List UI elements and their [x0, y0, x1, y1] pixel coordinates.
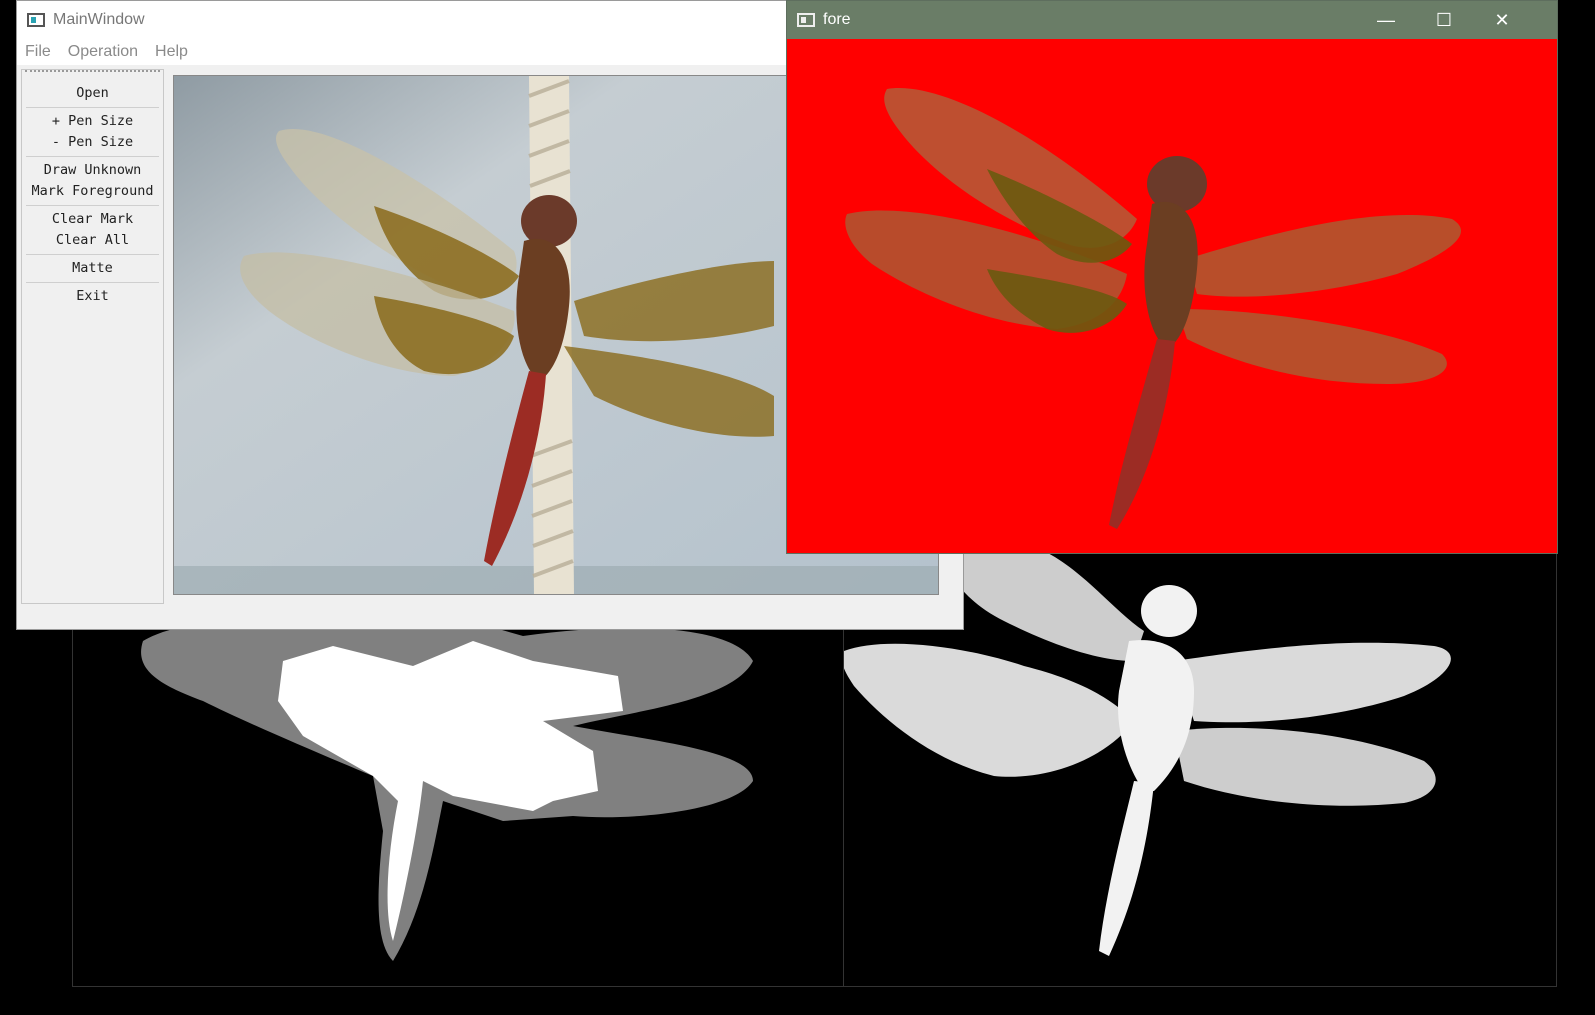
clear-all-button[interactable]: Clear All [22, 230, 163, 251]
foreground-result-canvas [787, 39, 1557, 553]
fore-window-title: fore [823, 11, 851, 28]
toolbox-separator [26, 282, 159, 283]
toolbox-separator [26, 205, 159, 206]
pen-size-decrease-button[interactable]: - Pen Size [22, 132, 163, 153]
exit-button[interactable]: Exit [22, 286, 163, 307]
trimap-window [72, 600, 844, 987]
matte-button[interactable]: Matte [22, 258, 163, 279]
close-icon[interactable]: ✕ [1473, 1, 1531, 39]
draw-unknown-button[interactable]: Draw Unknown [22, 160, 163, 181]
app-window-icon [27, 13, 45, 27]
toolbox-separator [26, 156, 159, 157]
toolbox-separator [26, 107, 159, 108]
pen-size-increase-button[interactable]: + Pen Size [22, 111, 163, 132]
toolbox-panel: Open + Pen Size - Pen Size Draw Unknown … [21, 69, 164, 604]
clear-mark-button[interactable]: Clear Mark [22, 209, 163, 230]
minimize-icon[interactable]: — [1357, 1, 1415, 39]
mark-foreground-button[interactable]: Mark Foreground [22, 181, 163, 202]
app-window-icon [797, 13, 815, 27]
fore-window: fore — ☐ ✕ [786, 0, 1558, 554]
foreground-composite-image [787, 39, 1557, 553]
status-bar [17, 606, 963, 629]
fore-window-titlebar[interactable]: fore — ☐ ✕ [787, 1, 1557, 39]
menu-operation[interactable]: Operation [68, 43, 138, 61]
main-window-title: MainWindow [53, 11, 145, 28]
maximize-icon[interactable]: ☐ [1415, 1, 1473, 39]
trimap-image [73, 601, 843, 986]
open-button[interactable]: Open [22, 83, 163, 104]
toolbox-separator [26, 254, 159, 255]
menu-file[interactable]: File [25, 43, 51, 61]
menu-help[interactable]: Help [155, 43, 188, 61]
